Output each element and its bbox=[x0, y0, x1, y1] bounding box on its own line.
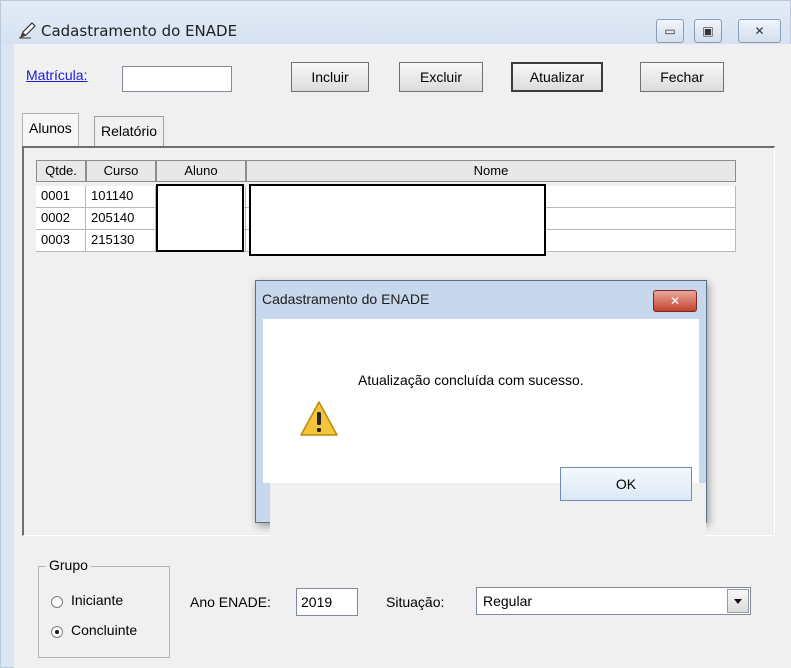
iniciante-radio[interactable] bbox=[51, 596, 63, 608]
iniciante-label[interactable]: Iniciante bbox=[71, 592, 123, 608]
dialog-title: Cadastramento do ENADE bbox=[262, 291, 430, 307]
ano-enade-input[interactable] bbox=[296, 588, 358, 616]
title-bar[interactable]: Cadastramento do ENADE ▭ ▣ ✕ bbox=[1, 1, 790, 45]
grupo-label: Grupo bbox=[46, 557, 91, 573]
chevron-down-icon bbox=[734, 599, 742, 604]
ok-button[interactable]: OK bbox=[560, 467, 692, 501]
tab-relatorio[interactable]: Relatório bbox=[94, 116, 165, 146]
tab-relatorio-label: Relatório bbox=[101, 123, 158, 139]
column-header-aluno[interactable]: Aluno bbox=[156, 160, 246, 182]
cell-qtde: 0002 bbox=[36, 208, 86, 230]
cell-curso: 215130 bbox=[86, 230, 156, 252]
column-header-qtde[interactable]: Qtde. bbox=[36, 160, 86, 182]
dialog-message: Atualização concluída com sucesso. bbox=[358, 372, 584, 388]
ano-enade-label: Ano ENADE: bbox=[190, 594, 271, 610]
cell-curso: 205140 bbox=[86, 208, 156, 230]
dropdown-arrow[interactable] bbox=[727, 589, 749, 613]
excluir-button[interactable]: Excluir bbox=[399, 62, 483, 92]
matricula-input[interactable] bbox=[122, 66, 232, 92]
window-title: Cadastramento do ENADE bbox=[41, 22, 238, 40]
cell-curso: 101140 bbox=[86, 186, 156, 208]
tab-alunos-label: Alunos bbox=[29, 120, 72, 136]
pencil-icon bbox=[19, 22, 36, 39]
ok-label: OK bbox=[615, 476, 637, 492]
matricula-label[interactable]: Matrícula: bbox=[26, 67, 87, 83]
minimize-button[interactable]: ▭ bbox=[656, 19, 684, 43]
radio-dot bbox=[55, 630, 59, 634]
column-header-curso[interactable]: Curso bbox=[86, 160, 156, 182]
grupo-groupbox bbox=[38, 566, 170, 658]
cell-qtde: 0001 bbox=[36, 186, 86, 208]
close-icon: ✕ bbox=[754, 24, 765, 38]
atualizar-button[interactable]: Atualizar bbox=[511, 62, 603, 92]
concluinte-radio[interactable] bbox=[51, 626, 63, 638]
situacao-select[interactable]: Regular bbox=[476, 587, 751, 615]
fechar-label: Fechar bbox=[660, 69, 704, 85]
dialog-close-button[interactable]: ✕ bbox=[653, 290, 697, 312]
redaction-box bbox=[249, 184, 546, 256]
minimize-icon: ▭ bbox=[664, 24, 676, 38]
cell-qtde: 0003 bbox=[36, 230, 86, 252]
excluir-label: Excluir bbox=[419, 69, 462, 85]
maximize-button[interactable]: ▣ bbox=[694, 19, 722, 43]
fechar-button[interactable]: Fechar bbox=[640, 62, 724, 92]
close-icon: ✕ bbox=[669, 294, 681, 308]
incluir-button[interactable]: Incluir bbox=[291, 62, 369, 92]
column-header-nome[interactable]: Nome bbox=[246, 160, 736, 182]
dialog-body bbox=[263, 319, 706, 555]
atualizar-label: Atualizar bbox=[529, 69, 585, 85]
close-button[interactable]: ✕ bbox=[738, 19, 781, 43]
maximize-icon: ▣ bbox=[702, 24, 714, 38]
concluinte-label[interactable]: Concluinte bbox=[71, 622, 137, 638]
redaction-box bbox=[156, 184, 244, 252]
situacao-label: Situação: bbox=[386, 594, 445, 610]
warning-icon bbox=[300, 401, 338, 436]
incluir-label: Incluir bbox=[311, 69, 349, 85]
tab-alunos[interactable]: Alunos bbox=[22, 113, 79, 147]
situacao-value: Regular bbox=[483, 593, 533, 609]
